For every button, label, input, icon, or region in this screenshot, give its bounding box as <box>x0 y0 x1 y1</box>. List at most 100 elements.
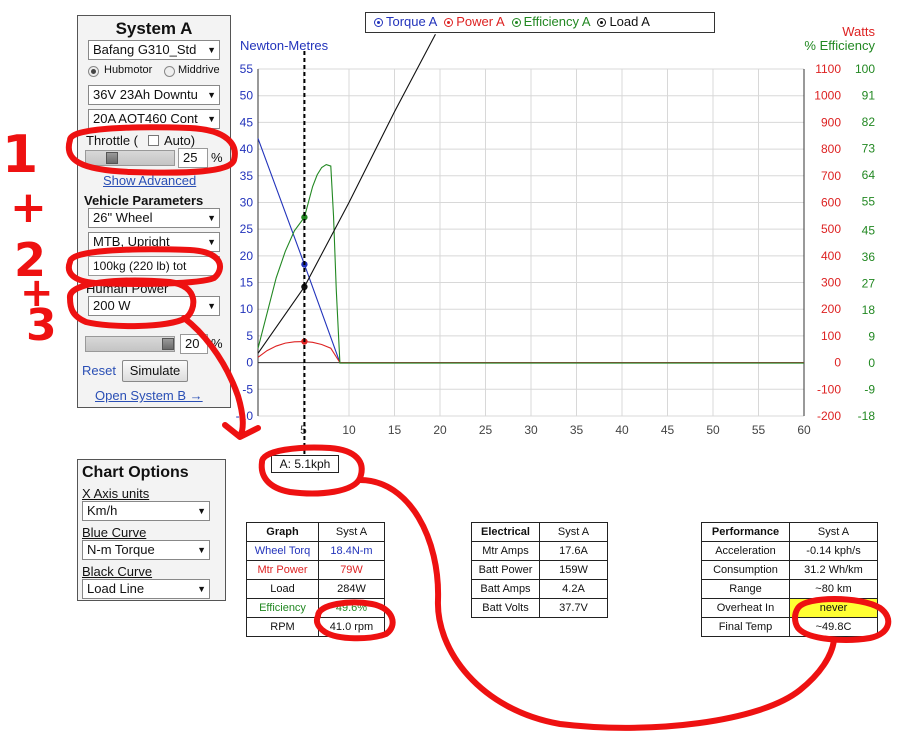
table-row-label: Batt Power <box>471 560 540 580</box>
table-header-cell: Syst A <box>318 522 385 542</box>
y-tick-label-efficiency: 100 <box>855 62 875 76</box>
y-tick-label-efficiency: 82 <box>862 115 876 129</box>
table-row-value: 17.6A <box>539 541 608 561</box>
y-tick-label-efficiency: 0 <box>868 356 875 370</box>
y-tick-label-watts: -200 <box>817 409 841 423</box>
x-tick-label: 35 <box>570 423 584 437</box>
x-tick-label: 25 <box>479 423 493 437</box>
y-tick-label-watts: -100 <box>817 382 841 396</box>
y-tick-label-watts: 900 <box>821 115 841 129</box>
table-row-value: 79W <box>318 560 385 580</box>
y-tick-label-nm: -10 <box>236 409 254 423</box>
series-line-load <box>257 34 436 354</box>
table-row: Batt Amps 4.2A <box>471 579 608 599</box>
table-row-label: Batt Amps <box>471 579 540 599</box>
x-readout: A: 5.1kph <box>271 455 339 473</box>
y-tick-label-efficiency: 55 <box>862 194 876 208</box>
y-tick-label-nm: 40 <box>240 142 254 156</box>
y-tick-label-nm: 30 <box>240 195 254 209</box>
y-tick-label-efficiency: -9 <box>864 383 875 397</box>
table-row-label: Acceleration <box>701 541 790 561</box>
y-tick-label-nm: 15 <box>240 276 254 290</box>
table-row-label: Efficiency <box>246 598 319 618</box>
table-row-value: ~80 km <box>789 579 878 599</box>
x-tick-label: 10 <box>342 423 356 437</box>
table-row-value: 18.4N-m <box>318 541 385 561</box>
y-tick-label-watts: 400 <box>821 249 841 263</box>
table-header-cell: Graph <box>246 522 319 542</box>
table-row: Batt Power 159W <box>471 560 608 580</box>
table-row-label: Range <box>701 579 790 599</box>
y-tick-label-watts: 600 <box>821 195 841 209</box>
table-row-value: 41.0 rpm <box>318 617 385 637</box>
table-row: Range ~80 km <box>701 579 878 599</box>
table-row-value: 49.6% <box>318 598 385 618</box>
y-tick-label-watts: 0 <box>834 356 841 370</box>
y-tick-label-nm: 5 <box>246 329 253 343</box>
table-header-cell: Syst A <box>789 522 878 542</box>
table-header-row: Electrical Syst A <box>471 522 608 542</box>
y-tick-label-efficiency: 9 <box>868 330 875 344</box>
table-row-label: Mtr Amps <box>471 541 540 561</box>
y-tick-label-watts: 1000 <box>814 89 841 103</box>
y-tick-label-efficiency: 73 <box>862 141 876 155</box>
y-tick-label-watts: 700 <box>821 169 841 183</box>
table-row: Final Temp ~49.8C <box>701 617 878 637</box>
table-row-label: Final Temp <box>701 617 790 637</box>
table-row-value: ~49.8C <box>789 617 878 637</box>
table-row-label: RPM <box>246 617 319 637</box>
y-tick-label-watts: 800 <box>821 142 841 156</box>
table-row: Mtr Power 79W <box>246 560 385 580</box>
table-row: Efficiency 49.6% <box>246 598 385 618</box>
y-tick-label-efficiency: 27 <box>862 277 876 291</box>
y-tick-label-watts: 100 <box>821 329 841 343</box>
y-tick-label-nm: 10 <box>240 302 254 316</box>
y-tick-label-watts: 1100 <box>815 62 841 76</box>
table-header-row: Performance Syst A <box>701 522 878 542</box>
y-tick-label-watts: 500 <box>821 222 841 236</box>
performance-results-table: Performance Syst A Acceleration -0.14 kph/s… <box>701 522 878 637</box>
x-tick-label: 20 <box>433 423 447 437</box>
table-row-value: -0.14 kph/s <box>789 541 878 561</box>
electrical-results-table: Electrical Syst A Mtr Amps 17.6A Batt Power 1… <box>471 522 608 618</box>
x-tick-label: 50 <box>706 423 720 437</box>
y-tick-label-efficiency: 64 <box>862 168 876 182</box>
x-tick-label: 30 <box>524 423 538 437</box>
y-tick-label-nm: -5 <box>242 382 253 396</box>
y-tick-label-watts: 300 <box>821 276 841 290</box>
y-tick-label-nm: 35 <box>240 169 254 183</box>
y-tick-label-efficiency: 18 <box>862 303 876 317</box>
table-row-label: Consumption <box>701 560 790 580</box>
y-tick-label-nm: 0 <box>246 356 253 370</box>
table-row-label: Mtr Power <box>246 560 319 580</box>
table-row-value: never <box>789 598 878 618</box>
table-header-row: Graph Syst A <box>246 522 385 542</box>
y-tick-label-watts: 200 <box>821 302 841 316</box>
y-tick-label-efficiency: 91 <box>862 88 876 102</box>
table-row-value: 4.2A <box>539 579 608 599</box>
x-tick-label: 15 <box>388 423 402 437</box>
y-tick-label-efficiency: -18 <box>858 409 876 423</box>
table-row-value: 31.2 Wh/km <box>789 560 878 580</box>
table-row-value: 37.7V <box>539 598 608 618</box>
y-tick-label-nm: 25 <box>240 222 254 236</box>
y-tick-label-efficiency: 36 <box>862 250 876 264</box>
graph-results-table: Graph Syst A Wheel Torq 18.4N-m Mtr Power 79W… <box>246 522 385 637</box>
table-header-cell: Syst A <box>539 522 608 542</box>
table-row: Mtr Amps 17.6A <box>471 541 608 561</box>
table-row: Batt Volts 37.7V <box>471 598 608 618</box>
table-row: Overheat In never <box>701 598 878 618</box>
x-tick-label: 55 <box>752 423 766 437</box>
chart-ticks: -50510152025303540455055-10 -200-10001002… <box>236 62 876 437</box>
table-row-label: Load <box>246 579 319 599</box>
table-row-value: 284W <box>318 579 385 599</box>
table-row: Acceleration -0.14 kph/s <box>701 541 878 561</box>
table-header-cell: Performance <box>701 522 790 542</box>
y-tick-label-nm: 20 <box>240 249 254 263</box>
table-row: Load 284W <box>246 579 385 599</box>
y-tick-label-nm: 45 <box>240 115 254 129</box>
table-row: Consumption 31.2 Wh/km <box>701 560 878 580</box>
table-header-cell: Electrical <box>471 522 540 542</box>
y-tick-label-efficiency: 45 <box>862 224 876 238</box>
table-row: RPM 41.0 rpm <box>246 617 385 637</box>
